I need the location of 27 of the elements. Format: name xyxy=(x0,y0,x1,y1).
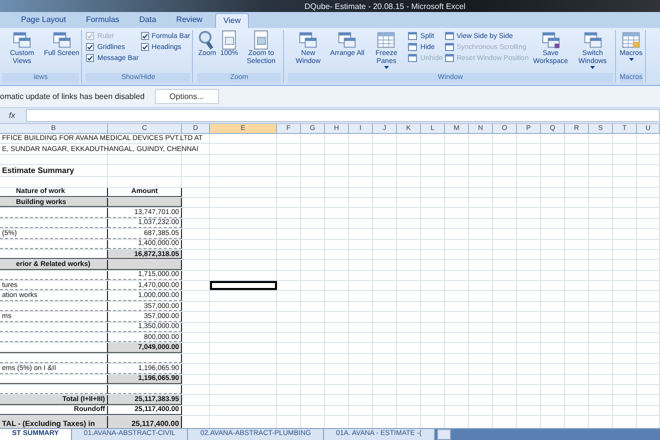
windows-icon xyxy=(12,30,32,50)
windows-icon xyxy=(298,30,318,50)
window-icon xyxy=(444,32,454,40)
ribbon-tab[interactable]: Formulas xyxy=(78,13,126,28)
message-text: omatic update of links has been disabled xyxy=(0,92,145,101)
function-label[interactable]: fx xyxy=(2,111,22,120)
window-icon xyxy=(444,54,454,62)
cell-text: Estimate Summary xyxy=(2,166,74,176)
ribbon-tab[interactable]: Data xyxy=(132,13,164,28)
active-cell[interactable] xyxy=(210,281,277,290)
window-icon xyxy=(408,43,418,51)
checkbox[interactable] xyxy=(86,54,94,62)
window-icon xyxy=(408,32,418,40)
formula-field[interactable] xyxy=(26,109,660,122)
ribbon-tab[interactable]: View xyxy=(215,13,249,28)
ribbon-tab[interactable]: Review xyxy=(169,13,210,28)
checkbox[interactable] xyxy=(140,43,149,51)
checkbox[interactable] xyxy=(86,43,94,51)
windows-icon xyxy=(337,30,358,50)
window-icon xyxy=(444,43,454,51)
options-button[interactable]: Options... xyxy=(154,89,219,104)
checkbox[interactable] xyxy=(140,32,149,40)
window-disk-icon xyxy=(540,30,561,50)
windows-icon xyxy=(582,30,603,50)
ribbon-tab[interactable]: Page Layout xyxy=(14,13,73,28)
window-icon xyxy=(408,54,418,62)
window-title: DQube- Estimate - 20.08.15 - Microsoft Excel xyxy=(304,2,466,10)
